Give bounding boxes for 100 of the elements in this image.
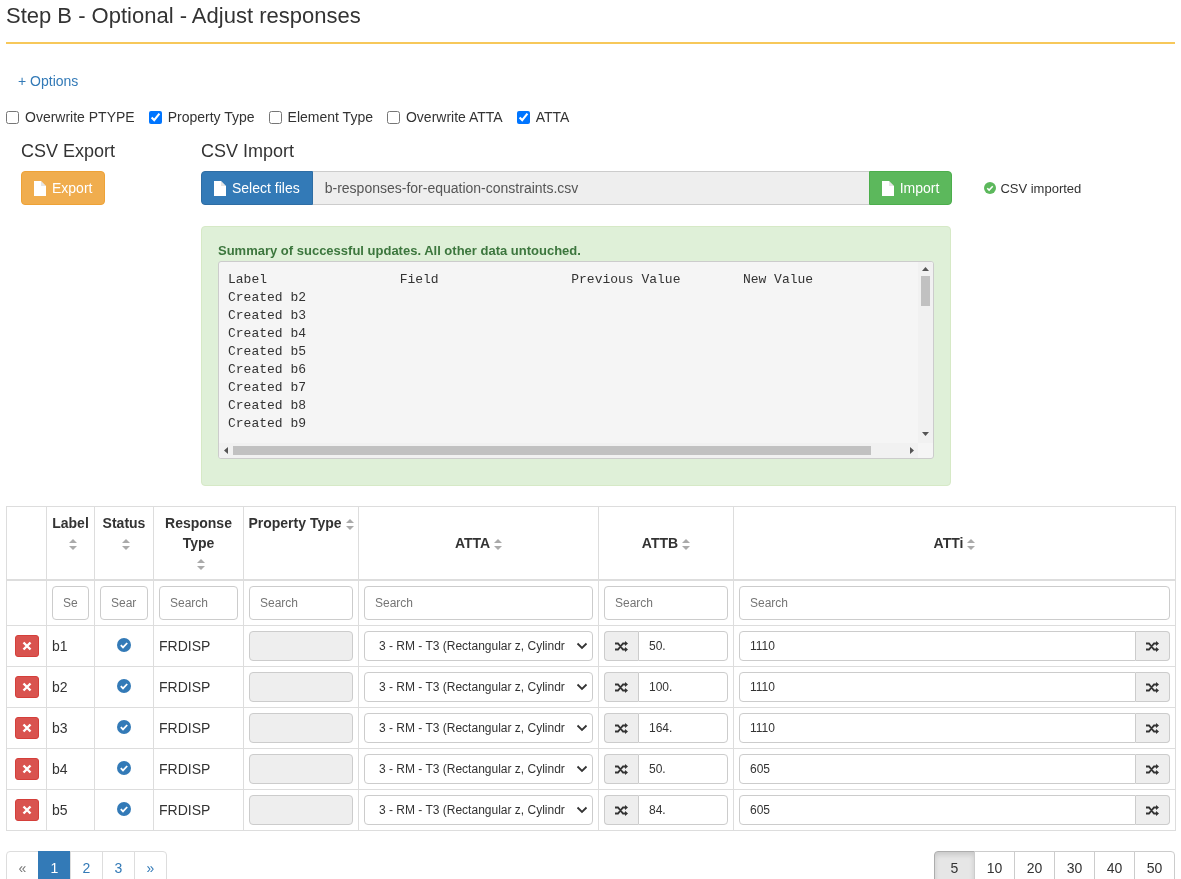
table-cell: FRDISP <box>159 802 211 818</box>
search-field[interactable]: Search <box>739 586 1170 620</box>
log-line: Created b9 <box>228 415 307 433</box>
attb-field[interactable]: 164. <box>638 713 728 743</box>
atti-field[interactable]: 1110 <box>739 631 1136 661</box>
table-cell: FRDISP <box>159 720 211 736</box>
page-size-button[interactable]: 5 <box>934 851 975 879</box>
shuffle-icon <box>1146 804 1159 816</box>
delete-button[interactable] <box>15 717 39 739</box>
table-cell: b3 <box>52 720 68 736</box>
shuffle-icon <box>615 804 628 816</box>
search-field[interactable]: Search <box>159 586 238 620</box>
shuffle-button[interactable] <box>604 672 638 702</box>
shuffle-button[interactable] <box>604 795 638 825</box>
atta-dropdown[interactable]: 3 - RM - T3 (Rectangular z, Cylindr <box>364 631 593 661</box>
attb-field[interactable]: 100. <box>638 672 728 702</box>
checkbox[interactable] <box>148 110 162 124</box>
table-cell: FRDISP <box>159 638 211 654</box>
column-header[interactable]: ATTi <box>933 533 964 553</box>
shuffle-button[interactable] <box>1136 672 1170 702</box>
page-size-button[interactable]: 50 <box>1134 851 1175 879</box>
close-icon <box>22 641 32 651</box>
delete-button[interactable] <box>15 758 39 780</box>
atta-dropdown[interactable]: 3 - RM - T3 (Rectangular z, Cylindr <box>364 795 593 825</box>
summary-title: Summary of successful updates. All other data untouched. <box>218 243 582 258</box>
previous-page-link[interactable]: « <box>6 851 39 879</box>
delete-button[interactable] <box>15 635 39 657</box>
table-cell: FRDISP <box>159 761 211 777</box>
log-line: Created b7 <box>228 379 307 397</box>
log-line: Label Field Previous Value New Value <box>228 271 815 289</box>
checkbox-label: Overwrite ATTA <box>405 109 503 125</box>
select-files-button[interactable]: Select files <box>201 171 313 205</box>
column-header[interactable]: ATTB <box>641 533 679 553</box>
checkbox[interactable] <box>516 110 530 124</box>
log-line: Created b2 <box>228 289 307 307</box>
log-line: Created b5 <box>228 343 307 361</box>
chevron-down-icon <box>576 806 588 814</box>
search-field[interactable]: Sear <box>100 586 148 620</box>
table-cell: b5 <box>52 802 68 818</box>
file-icon <box>34 180 46 196</box>
page-link[interactable]: 2 <box>70 851 103 879</box>
shuffle-icon <box>1146 763 1159 775</box>
chevron-down-icon <box>576 765 588 773</box>
search-field[interactable]: Search <box>364 586 593 620</box>
checkbox[interactable] <box>6 110 19 124</box>
checkbox-label: Element Type <box>287 109 373 125</box>
table-cell: FRDISP <box>159 679 211 695</box>
delete-button[interactable] <box>15 676 39 698</box>
file-icon <box>214 180 226 196</box>
atta-dropdown[interactable]: 3 - RM - T3 (Rectangular z, Cylindr <box>364 672 593 702</box>
file-icon <box>881 180 894 196</box>
column-header[interactable]: Status <box>102 513 146 533</box>
page-size-button[interactable]: 10 <box>974 851 1015 879</box>
table-cell: b4 <box>52 761 68 777</box>
search-field[interactable]: Search <box>604 586 728 620</box>
shuffle-button[interactable] <box>1136 713 1170 743</box>
column-header[interactable]: ATTA <box>454 533 491 553</box>
chevron-down-icon <box>576 724 588 732</box>
close-icon <box>22 723 32 733</box>
shuffle-icon <box>1146 722 1159 734</box>
log-line: Created b6 <box>228 361 307 379</box>
atta-dropdown[interactable]: 3 - RM - T3 (Rectangular z, Cylindr <box>364 754 593 784</box>
atti-field[interactable]: 1110 <box>739 672 1136 702</box>
search-field[interactable]: Search <box>249 586 353 620</box>
shuffle-button[interactable] <box>604 631 638 661</box>
delete-button[interactable] <box>15 799 39 821</box>
log-line: Created b3 <box>228 307 307 325</box>
horizontal-scrollbar[interactable] <box>219 443 918 458</box>
attb-field[interactable]: 84. <box>638 795 728 825</box>
checkbox-label: Property Type <box>167 109 255 125</box>
attb-field[interactable]: 50. <box>638 631 728 661</box>
file-name-field[interactable]: b-responses-for-equation-constraints.csv <box>312 171 869 205</box>
import-status: CSV imported <box>1000 180 1082 196</box>
page-title: Step B - Optional - Adjust responses <box>6 0 1175 44</box>
shuffle-button[interactable] <box>604 713 638 743</box>
next-page-link[interactable]: » <box>134 851 167 879</box>
checkbox-label: ATTA <box>535 109 570 125</box>
shuffle-button[interactable] <box>1136 631 1170 661</box>
atti-field[interactable]: 1110 <box>739 713 1136 743</box>
shuffle-icon <box>615 640 628 652</box>
atti-field[interactable]: 605 <box>739 754 1136 784</box>
atta-dropdown[interactable]: 3 - RM - T3 (Rectangular z, Cylindr <box>364 713 593 743</box>
shuffle-icon <box>615 681 628 693</box>
attb-field[interactable]: 50. <box>638 754 728 784</box>
search-field[interactable]: Se <box>52 586 89 620</box>
page-link[interactable]: 1 <box>38 851 71 879</box>
shuffle-button[interactable] <box>604 754 638 784</box>
log-line: Created b8 <box>228 397 307 415</box>
checkbox-label: Overwrite PTYPE <box>25 109 135 125</box>
atti-field[interactable]: 605 <box>739 795 1136 825</box>
section-heading: CSV Import <box>201 141 296 162</box>
chevron-down-icon <box>576 642 588 650</box>
checkbox[interactable] <box>386 110 400 124</box>
shuffle-button[interactable] <box>1136 795 1170 825</box>
close-icon <box>22 764 32 774</box>
options-link[interactable]: + Options <box>18 73 79 89</box>
shuffle-button[interactable] <box>1136 754 1170 784</box>
shuffle-icon <box>615 763 628 775</box>
checkbox[interactable] <box>268 110 282 124</box>
vertical-scrollbar[interactable] <box>918 262 933 443</box>
